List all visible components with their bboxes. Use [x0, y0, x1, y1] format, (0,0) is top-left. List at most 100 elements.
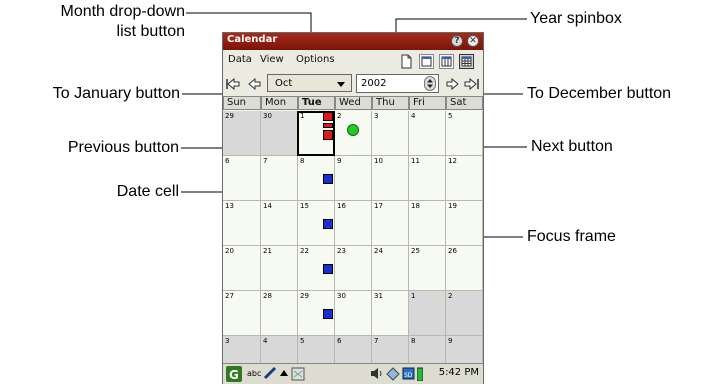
date-cell[interactable]: 19	[446, 201, 483, 246]
year-spinbox[interactable]: 2002	[356, 74, 439, 93]
date-number: 26	[448, 247, 457, 255]
year-value: 2002	[361, 78, 387, 89]
date-number: 6	[225, 157, 230, 165]
next-month-button[interactable]	[444, 75, 460, 92]
day-header-wed: Wed	[335, 96, 372, 110]
day-view-button[interactable]	[419, 54, 434, 69]
date-cell[interactable]: 5	[446, 111, 483, 156]
input-mode-indicator[interactable]: abc	[247, 369, 261, 378]
date-cell[interactable]: 6	[223, 156, 261, 201]
calendar-window: Calendar ? ✕ Data View Options Oct 2002 …	[222, 32, 484, 384]
svg-text:G: G	[229, 368, 239, 382]
dropdown-arrow-icon	[337, 82, 345, 87]
callout-date-cell: Date cell	[116, 183, 179, 200]
date-number: 4	[263, 337, 268, 345]
event-marker-green[interactable]	[347, 124, 359, 136]
sync-diamond-icon[interactable]	[386, 367, 400, 381]
date-cell[interactable]: 1	[409, 291, 446, 336]
month-view-button[interactable]	[459, 54, 474, 69]
date-number: 11	[411, 157, 420, 165]
date-cell[interactable]: 30	[335, 291, 372, 336]
date-number: 7	[263, 157, 268, 165]
date-cell[interactable]: 16	[335, 201, 372, 246]
date-cell[interactable]: 18	[409, 201, 446, 246]
date-cell[interactable]: 14	[261, 201, 298, 246]
date-cell[interactable]: 20	[223, 246, 261, 291]
date-cell[interactable]: 10	[372, 156, 409, 201]
arrow-left-icon	[248, 77, 261, 90]
date-cell[interactable]: 31	[372, 291, 409, 336]
date-cell[interactable]: 28	[261, 291, 298, 336]
date-number: 2	[448, 292, 453, 300]
battery-icon[interactable]	[417, 367, 423, 381]
date-number: 12	[448, 157, 457, 165]
date-cell[interactable]: 11	[409, 156, 446, 201]
month-dropdown[interactable]: Oct	[267, 74, 352, 92]
callout-month-dropdown-line1: Month drop-down	[60, 3, 185, 20]
date-cell[interactable]: 30	[261, 111, 298, 156]
caret-up-icon[interactable]	[280, 370, 288, 376]
date-number: 5	[448, 112, 453, 120]
date-number: 28	[263, 292, 272, 300]
start-g-icon[interactable]: G	[226, 366, 242, 382]
date-cell[interactable]: 3	[372, 111, 409, 156]
event-marker-blue[interactable]	[323, 264, 333, 274]
day-header-sat: Sat	[446, 96, 483, 110]
to-january-button[interactable]	[225, 75, 241, 92]
first-month-icon	[226, 77, 240, 90]
speaker-icon[interactable]	[370, 367, 384, 380]
date-cell[interactable]: 4	[409, 111, 446, 156]
date-number: 21	[263, 247, 272, 255]
date-number: 5	[300, 337, 305, 345]
event-marker-blue[interactable]	[323, 309, 333, 319]
callout-year-spinbox: Year spinbox	[530, 10, 622, 27]
date-cell[interactable]: 7	[261, 156, 298, 201]
date-cell[interactable]: 29	[223, 111, 261, 156]
date-number: 3	[374, 112, 379, 120]
week-view-icon	[441, 56, 452, 67]
taskbar: G abc SD 5:42 PM	[223, 363, 483, 384]
last-month-icon	[464, 77, 479, 90]
date-cell[interactable]: 25	[409, 246, 446, 291]
event-marker-blue[interactable]	[323, 219, 333, 229]
week-view-button[interactable]	[439, 54, 454, 69]
pen-icon[interactable]	[263, 366, 277, 380]
sd-card-icon[interactable]: SD	[402, 367, 415, 380]
date-number: 17	[374, 202, 383, 210]
previous-month-button[interactable]	[247, 75, 263, 92]
date-number: 30	[337, 292, 346, 300]
date-cell[interactable]: 27	[223, 291, 261, 336]
new-document-button[interactable]	[399, 54, 414, 69]
date-cell[interactable]: 24	[372, 246, 409, 291]
calendar-app-icon[interactable]	[291, 366, 305, 381]
callout-month-dropdown: Month drop-down list button	[60, 2, 185, 42]
menu-options[interactable]: Options	[296, 54, 335, 65]
date-number: 9	[448, 337, 453, 345]
date-cell[interactable]: 26	[446, 246, 483, 291]
date-cell[interactable]: 23	[335, 246, 372, 291]
date-number: 16	[337, 202, 346, 210]
close-button[interactable]: ✕	[467, 35, 479, 47]
date-cell[interactable]: 21	[261, 246, 298, 291]
help-button[interactable]: ?	[451, 35, 463, 47]
menu-view[interactable]: View	[260, 54, 284, 65]
date-cell[interactable]: 17	[372, 201, 409, 246]
date-cell[interactable]: 12	[446, 156, 483, 201]
date-cell[interactable]: 13	[223, 201, 261, 246]
day-view-icon	[421, 56, 432, 67]
date-number: 3	[225, 337, 230, 345]
date-cell[interactable]: 2	[446, 291, 483, 336]
menu-data[interactable]: Data	[228, 54, 252, 65]
to-december-button[interactable]	[464, 75, 480, 92]
event-marker-blue[interactable]	[323, 174, 333, 184]
date-number: 19	[448, 202, 457, 210]
date-cell[interactable]: 9	[335, 156, 372, 201]
date-number: 8	[300, 157, 305, 165]
date-number: 18	[411, 202, 420, 210]
day-header-tue: Tue	[298, 96, 335, 110]
clock[interactable]: 5:42 PM	[439, 367, 479, 378]
spin-updown-icon[interactable]	[424, 76, 436, 91]
callout-to-december: To December button	[527, 85, 672, 102]
title-bar: Calendar ? ✕	[223, 33, 483, 50]
date-number: 13	[225, 202, 234, 210]
